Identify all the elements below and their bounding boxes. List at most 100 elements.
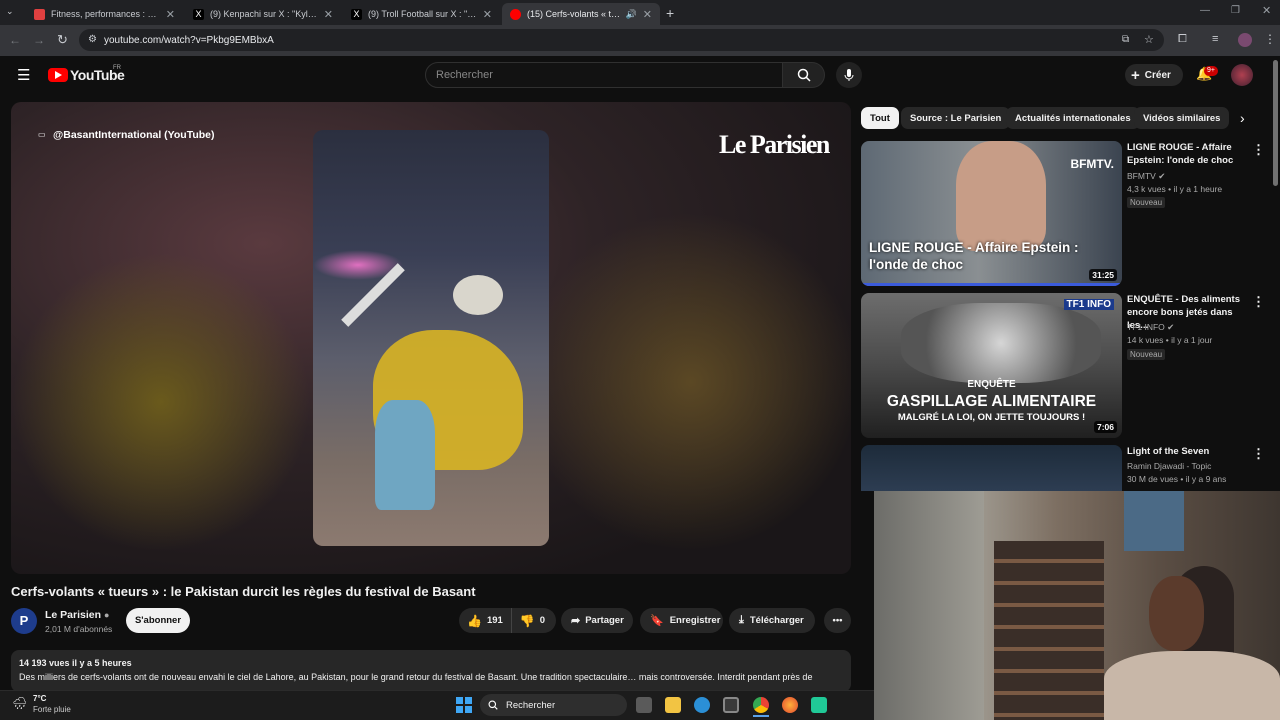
recommendation-channel-row[interactable]: BFMTV ✔ xyxy=(1127,171,1165,182)
search-input[interactable]: Rechercher xyxy=(425,62,783,88)
media-control-icon[interactable]: ≡ xyxy=(1212,33,1218,45)
weather-rain-icon[interactable]: 🌧 xyxy=(12,696,27,710)
like-button[interactable]: 👍 191 xyxy=(459,608,512,633)
recommendation-channel[interactable]: BFMTV xyxy=(1127,171,1156,181)
chip-similar-videos[interactable]: Vidéos similaires xyxy=(1134,107,1230,129)
play-icon xyxy=(55,71,62,79)
taskbar-search[interactable]: Rechercher xyxy=(480,694,627,716)
video-duration: 31:25 xyxy=(1089,269,1117,281)
speaker-icon[interactable]: 🔊 xyxy=(626,9,637,20)
active-app-indicator xyxy=(753,715,769,717)
create-label: Créer xyxy=(1144,69,1171,81)
back-arrow-icon[interactable]: ← xyxy=(9,33,21,47)
share-button[interactable]: ➦ Partager xyxy=(561,608,633,633)
recommendation-thumbnail[interactable] xyxy=(861,445,1122,491)
maximize-button[interactable]: ❐ xyxy=(1231,5,1240,16)
dislike-button[interactable]: 👎 0 xyxy=(512,608,553,633)
recommendation-channel-row[interactable]: TF1 INFO ✔ xyxy=(1127,322,1174,333)
chip-all[interactable]: Tout xyxy=(861,107,899,129)
verified-icon: ✔ xyxy=(1167,322,1175,332)
new-tab-button[interactable]: + xyxy=(666,5,674,21)
browser-tab-2[interactable]: X (9) Kenpachi sur X : "Kylian Mba ✕ xyxy=(185,3,341,25)
new-badge: Nouveau xyxy=(1127,197,1166,208)
chip-source[interactable]: Source : Le Parisien xyxy=(901,107,1011,129)
download-button[interactable]: ⤓ Télécharger xyxy=(729,608,815,633)
chevron-right-icon[interactable]: › xyxy=(1240,110,1245,126)
download-label: Télécharger xyxy=(749,615,804,626)
minimize-button[interactable]: — xyxy=(1200,5,1210,16)
tab-list-chevron-icon[interactable]: ⌄ xyxy=(6,6,14,17)
forward-arrow-icon[interactable]: → xyxy=(33,33,45,47)
bookmark-star-icon[interactable]: ☆ xyxy=(1144,33,1154,46)
reload-icon[interactable]: ↻ xyxy=(57,32,68,48)
close-tab-icon[interactable]: ✕ xyxy=(643,8,652,21)
browser-tab-3[interactable]: X (9) Troll Football sur X : "A rega ✕ xyxy=(343,3,500,25)
video-credit-overlay: @BasantInternational (YouTube) xyxy=(53,129,215,141)
chip-international-news[interactable]: Actualités internationales xyxy=(1006,107,1140,129)
user-avatar[interactable] xyxy=(1231,64,1253,86)
recommendation-channel[interactable]: Ramin Djawadi - Topic xyxy=(1127,461,1211,471)
microphone-icon xyxy=(844,69,854,81)
channel-name[interactable]: Le Parisien xyxy=(45,609,101,621)
close-tab-icon[interactable]: ✕ xyxy=(483,8,492,21)
more-actions-button[interactable]: ••• xyxy=(824,608,851,633)
weather-temp[interactable]: 7°C xyxy=(33,694,46,703)
tab-favicon-icon xyxy=(34,8,45,20)
search-icon xyxy=(797,68,811,82)
close-window-button[interactable]: ✕ xyxy=(1262,4,1271,17)
subscribe-button[interactable]: S'abonner xyxy=(126,608,190,633)
create-button[interactable]: + Créer xyxy=(1125,64,1183,86)
store-icon[interactable] xyxy=(723,697,739,713)
save-label: Enregistrer xyxy=(669,615,721,626)
install-app-icon[interactable]: ⧉ xyxy=(1122,34,1129,45)
firefox-icon[interactable] xyxy=(782,697,798,713)
video-background-blur xyxy=(531,202,851,562)
video-background-blur xyxy=(11,252,311,552)
extensions-icon[interactable]: ⧠ xyxy=(1178,33,1187,46)
app-icon[interactable] xyxy=(811,697,827,713)
close-tab-icon[interactable]: ✕ xyxy=(166,8,175,21)
voice-search-button[interactable] xyxy=(836,62,862,88)
windows-start-icon[interactable] xyxy=(456,697,472,713)
windows-taskbar xyxy=(0,690,874,720)
channel-avatar[interactable]: P xyxy=(11,608,37,634)
search-button[interactable] xyxy=(783,62,825,88)
like-count: 191 xyxy=(486,615,503,626)
bookmark-icon: 🔖 xyxy=(650,615,664,627)
close-tab-icon[interactable]: ✕ xyxy=(324,8,333,21)
weather-condition[interactable]: Forte pluie xyxy=(33,705,71,714)
page-scrollbar[interactable] xyxy=(1273,60,1278,186)
youtube-logo-icon[interactable] xyxy=(48,68,68,82)
recommendation-channel[interactable]: TF1 INFO xyxy=(1127,322,1165,332)
recommendation-title[interactable]: LIGNE ROUGE - Affaire Epstein: l'onde de… xyxy=(1127,141,1252,167)
file-explorer-icon[interactable] xyxy=(665,697,681,713)
profile-avatar[interactable] xyxy=(1238,33,1252,47)
chrome-icon[interactable] xyxy=(753,697,769,713)
recommendation-thumbnail[interactable]: TF1 INFO ENQUÊTE GASPILLAGE ALIMENTAIRE … xyxy=(861,293,1122,438)
more-options-icon[interactable]: ⋮ xyxy=(1252,142,1265,158)
save-button[interactable]: 🔖 Enregistrer xyxy=(640,608,723,633)
recommendation-title[interactable]: Light of the Seven xyxy=(1127,445,1252,458)
url-text[interactable]: youtube.com/watch?v=Pkbg9EMBbxA xyxy=(104,35,274,46)
browser-menu-icon[interactable]: ⋮ xyxy=(1264,32,1276,46)
browser-tab-1[interactable]: Fitness, performances : nouvea ✕ xyxy=(26,3,183,25)
hamburger-menu-icon[interactable]: ☰ xyxy=(17,66,30,84)
more-options-icon[interactable]: ⋮ xyxy=(1252,446,1265,462)
description-box[interactable]: 14 193 vues il y a 5 heures Des milliers… xyxy=(11,650,851,692)
webcam-overlay xyxy=(874,491,1280,720)
bfmtv-logo: BFMTV. xyxy=(1070,157,1114,171)
browser-tab-4-active[interactable]: (15) Cerfs-volants « tueurs » 🔊 ✕ xyxy=(502,3,660,25)
tab-title: (9) Troll Football sur X : "A rega xyxy=(368,9,477,19)
video-player[interactable]: ▭ @BasantInternational (YouTube) Le Pari… xyxy=(11,102,851,574)
verified-icon: ✔ xyxy=(1158,171,1166,181)
recommendation-thumbnail[interactable]: BFMTV. LIGNE ROUGE - Affaire Epstein : l… xyxy=(861,141,1122,286)
channel-name-row[interactable]: Le Parisien ● xyxy=(45,609,109,621)
thumb-caption-line: l'onde de choc xyxy=(869,257,963,272)
description-text: Des milliers de cerfs-volants ont de nou… xyxy=(19,672,813,682)
edge-browser-icon[interactable] xyxy=(694,697,710,713)
share-label: Partager xyxy=(585,615,624,626)
task-view-icon[interactable] xyxy=(636,697,652,713)
more-options-icon[interactable]: ⋮ xyxy=(1252,294,1265,310)
site-info-icon[interactable]: ⚙ xyxy=(88,34,97,45)
plus-icon: + xyxy=(1131,66,1140,84)
